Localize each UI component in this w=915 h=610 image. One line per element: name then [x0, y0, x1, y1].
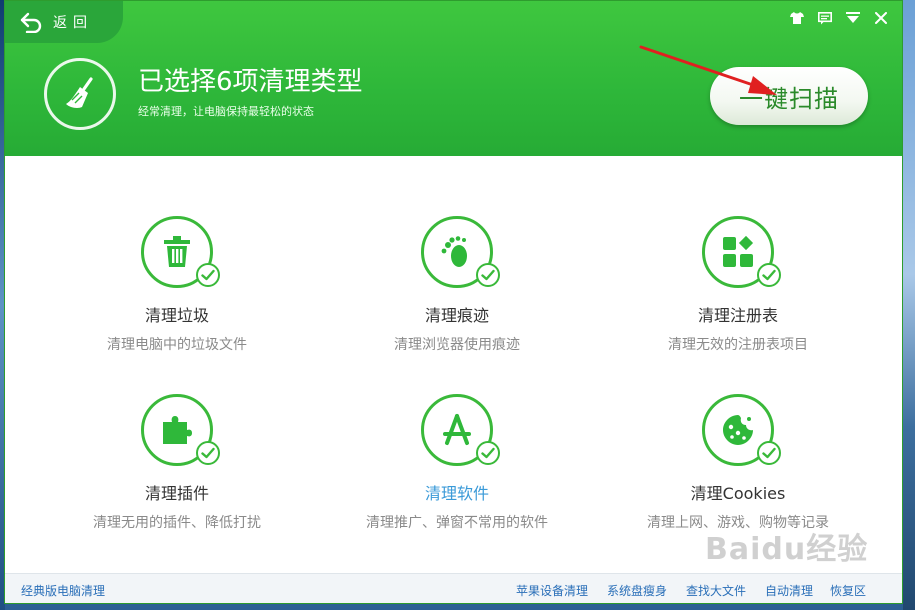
option-description: 清理电脑中的垃圾文件 [107, 337, 247, 353]
option-icon-frame [141, 216, 220, 288]
option-icon-frame [421, 216, 500, 288]
skin-icon[interactable] [786, 9, 808, 27]
option-title: 清理插件 [144, 484, 209, 503]
option-clean-plugins[interactable]: 清理插件 清理无用的插件、降低打扰 [52, 394, 302, 532]
option-icon-frame [702, 394, 781, 466]
page-subtitle: 经常清理，让电脑保持最轻松的状态 [138, 105, 314, 118]
option-description: 清理无效的注册表项目 [668, 337, 808, 353]
check-icon [476, 441, 500, 465]
check-icon [476, 263, 500, 287]
check-icon [757, 441, 781, 465]
option-title: 清理痕迹 [424, 306, 489, 325]
option-title: 清理垃圾 [144, 306, 209, 325]
back-arrow-icon [20, 12, 42, 33]
option-title: 清理Cookies [690, 484, 786, 503]
footer-bar: 经典版电脑清理 苹果设备清理 系统盘瘦身 查找大文件 自动清理 恢复区 [5, 573, 902, 603]
scan-button[interactable]: 一键扫描 [710, 67, 868, 125]
cleanup-window: 返回 已选择6项清理类型 经常清理，让电脑保持最轻松的状态 一键扫描 清理垃圾 … [4, 0, 903, 604]
option-icon-frame [141, 394, 220, 466]
feedback-icon[interactable] [814, 9, 836, 27]
window-controls [786, 9, 892, 27]
broom-logo [44, 58, 116, 130]
option-icon-frame [421, 394, 500, 466]
back-button[interactable]: 返回 [5, 1, 123, 43]
app-icon [443, 414, 471, 445]
option-clean-cookies[interactable]: 清理Cookies 清理上网、游戏、购物等记录 [613, 394, 863, 532]
cookie-icon [723, 415, 753, 445]
back-label: 返回 [53, 15, 93, 31]
page-title: 已选择6项清理类型 [138, 67, 363, 97]
menu-icon[interactable] [842, 9, 864, 27]
option-title: 清理软件 [424, 484, 489, 503]
option-icon-frame [702, 216, 781, 288]
check-icon [196, 441, 220, 465]
cleanup-options-grid: 清理垃圾 清理电脑中的垃圾文件 清理痕迹 清理浏览器使用痕迹 清理注册表 清理无… [5, 156, 902, 576]
footprint-icon [441, 236, 467, 267]
option-description: 清理浏览器使用痕迹 [394, 337, 520, 353]
close-icon[interactable] [870, 9, 892, 27]
desktop-background-right [903, 0, 915, 610]
footer-link-slim[interactable]: 系统盘瘦身 [607, 582, 667, 599]
option-clean-junk[interactable]: 清理垃圾 清理电脑中的垃圾文件 [52, 216, 302, 354]
footer-link-auto[interactable]: 自动清理 [765, 582, 813, 599]
registry-icon [723, 235, 754, 267]
baidu-watermark: Baidu经验 [705, 532, 869, 567]
puzzle-icon [163, 416, 192, 444]
option-clean-registry[interactable]: 清理注册表 清理无效的注册表项目 [613, 216, 863, 354]
broom-icon [66, 77, 93, 108]
option-clean-traces[interactable]: 清理痕迹 清理浏览器使用痕迹 [332, 216, 582, 354]
footer-link-classic[interactable]: 经典版电脑清理 [21, 582, 105, 599]
header-banner: 返回 已选择6项清理类型 经常清理，让电脑保持最轻松的状态 一键扫描 [5, 1, 902, 156]
trash-icon [164, 236, 190, 267]
option-clean-software[interactable]: 清理软件 清理推广、弹窗不常用的软件 [332, 394, 582, 532]
footer-link-restore[interactable]: 恢复区 [830, 582, 866, 599]
footer-link-apple[interactable]: 苹果设备清理 [516, 582, 588, 599]
option-title: 清理注册表 [697, 306, 778, 325]
option-description: 清理无用的插件、降低打扰 [93, 515, 261, 531]
footer-link-bigfile[interactable]: 查找大文件 [686, 582, 746, 599]
check-icon [757, 263, 781, 287]
option-description: 清理推广、弹窗不常用的软件 [366, 515, 548, 531]
check-icon [196, 263, 220, 287]
